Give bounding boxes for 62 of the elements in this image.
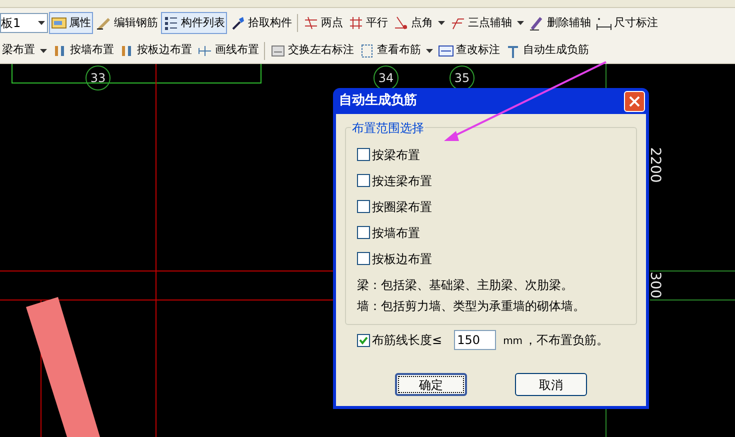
toolbar-button[interactable]: 编辑钢筋: [94, 12, 160, 34]
toolbar-button[interactable]: 按板边布置: [117, 40, 194, 62]
dialog-button[interactable]: 确定: [395, 373, 467, 396]
list-icon: [163, 15, 179, 31]
dimension-label: 2200: [647, 147, 663, 183]
axis-marker: 33: [86, 66, 110, 90]
dialog-title: 自动生成负筋: [339, 92, 417, 110]
caret-icon: [438, 21, 445, 25]
length-input[interactable]: 150: [454, 330, 496, 350]
angle-lines-icon: [393, 15, 409, 31]
toolbar-button[interactable]: 画线布置: [195, 40, 261, 62]
checkbox[interactable]: [357, 226, 370, 239]
toolbar-button[interactable]: 两点: [301, 12, 345, 34]
brush-icon: [529, 15, 545, 31]
layer-dropdown[interactable]: 板1: [0, 13, 48, 33]
unit-label: mm: [503, 335, 523, 349]
dimension-label: 300: [647, 272, 663, 298]
group-label: 布置范围选择: [351, 119, 425, 137]
toolbar-button[interactable]: 三点辅轴: [448, 12, 526, 34]
length-label: 布筋线长度≤: [372, 332, 442, 349]
toolbar-button[interactable]: 梁布置: [0, 40, 49, 62]
toolbar-button[interactable]: 交换左右标注: [268, 40, 356, 62]
option-label: 按板边布置: [372, 250, 432, 268]
checkbox[interactable]: [357, 148, 370, 161]
toolbar-button[interactable]: 尺寸标注: [594, 12, 660, 34]
property-card-icon: [51, 15, 67, 31]
length-hint: ，不布置负筋。: [524, 332, 609, 349]
check-icon: [359, 336, 368, 344]
caret-icon: [38, 21, 45, 25]
toolbar-button[interactable]: 查看布筋: [357, 40, 435, 62]
toolbar-button[interactable]: 自动生成负筋: [503, 40, 591, 62]
checkbox[interactable]: [357, 252, 370, 265]
eyedropper-icon: [230, 15, 246, 31]
caret-icon: [426, 48, 433, 52]
toolbar-button[interactable]: 平行: [346, 12, 390, 34]
checkbox[interactable]: [357, 174, 370, 187]
note-text: 梁：包括梁、基础梁、主肋梁、次肋梁。: [357, 277, 574, 294]
note-text: 墙：包括剪力墙、类型为承重墙的砌体墙。: [357, 298, 586, 315]
caret-icon: [40, 48, 47, 52]
dialog-button[interactable]: 取消: [515, 373, 587, 396]
option-label: 按梁布置: [372, 146, 420, 164]
checkbox[interactable]: [357, 200, 370, 213]
toolbar-button[interactable]: 按墙布置: [50, 40, 116, 62]
toolbar-button[interactable]: 点角: [391, 12, 447, 34]
toolbar-button[interactable]: 删除辅轴: [527, 12, 593, 34]
label-box-icon: [438, 42, 454, 58]
dimension-icon: [596, 15, 612, 31]
close-button[interactable]: [624, 90, 645, 112]
toolbar-button[interactable]: 查改标注: [436, 40, 502, 62]
option-label: 按圈梁布置: [372, 198, 432, 216]
option-label: 按墙布置: [372, 224, 420, 242]
toolbar-button[interactable]: 拾取构件: [228, 12, 294, 34]
toolbar-button[interactable]: 构件列表: [161, 12, 227, 34]
hash-lines-icon: [348, 15, 364, 31]
dashed-frame-icon: [359, 42, 375, 58]
caret-icon: [517, 21, 524, 25]
option-label: 按连梁布置: [372, 172, 432, 190]
toolbar-button[interactable]: 属性: [49, 12, 93, 34]
grid-lines-icon: [303, 15, 319, 31]
checkbox[interactable]: [357, 334, 370, 346]
pencil-icon: [96, 15, 112, 31]
close-icon: [629, 96, 640, 106]
